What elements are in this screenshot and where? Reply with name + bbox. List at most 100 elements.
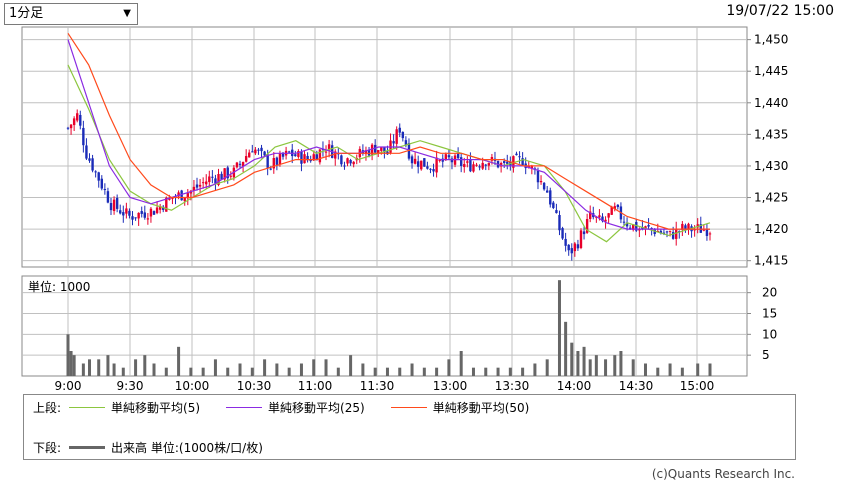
volume-bar	[361, 363, 365, 376]
candle-body	[103, 189, 107, 191]
candle-body	[146, 218, 150, 220]
candle-body	[702, 229, 706, 231]
volume-bar	[484, 367, 488, 376]
volume-bar	[398, 367, 402, 376]
candle-body	[115, 197, 119, 209]
volume-bar	[299, 363, 303, 376]
candle-body	[478, 166, 481, 168]
volume-bar	[435, 367, 439, 376]
legend-lower-row: 下段: 出来高 単位:(1000株/口/枚)	[33, 439, 281, 456]
volume-bar	[643, 363, 647, 376]
candle-body	[69, 124, 73, 129]
candle-body	[582, 231, 586, 235]
ma5-swatch	[69, 407, 106, 408]
candle-body	[137, 212, 140, 219]
candle-body	[463, 164, 466, 168]
price-y-label: 1,445	[754, 64, 788, 78]
volume-bar	[619, 351, 623, 376]
x-tick-label: 11:30	[360, 379, 395, 393]
candle-body	[469, 159, 472, 172]
candle-body	[549, 190, 552, 205]
candle-body	[668, 230, 672, 232]
x-tick-label: 14:00	[557, 379, 592, 393]
candle-body	[398, 127, 401, 133]
volume-bar	[594, 355, 598, 376]
candle-body	[490, 157, 494, 161]
candle-body	[346, 158, 349, 164]
candle-body	[82, 127, 85, 146]
price-y-label: 1,450	[754, 33, 788, 47]
price-y-label: 1,430	[754, 159, 788, 173]
candle-body	[349, 159, 352, 164]
ma25-swatch	[226, 407, 263, 408]
candle-body	[616, 204, 620, 208]
volume-bar	[656, 367, 660, 376]
candle-body	[229, 175, 233, 177]
candle-body	[278, 153, 282, 165]
candle-body	[128, 210, 131, 216]
candle-body	[205, 181, 208, 185]
candle-body	[122, 212, 125, 216]
candle-body	[472, 164, 475, 172]
volume-bar	[613, 355, 617, 376]
candle-body	[539, 180, 543, 183]
legend-volume-label: 出来高 単位:(1000株/口/枚)	[111, 441, 263, 455]
volume-panel	[21, 275, 748, 377]
candle-body	[515, 153, 518, 156]
volume-bar	[447, 359, 451, 376]
x-tick-label: 9:30	[117, 379, 144, 393]
candle-body	[238, 163, 242, 165]
candle-body	[416, 161, 420, 167]
candle-body	[570, 248, 573, 254]
candle-body	[109, 203, 113, 211]
candle-body	[208, 176, 211, 183]
volume-bar	[106, 355, 110, 376]
legend-volume: 出来高 単位:(1000株/口/枚)	[61, 439, 263, 456]
candle-body	[155, 207, 159, 214]
candle-body	[705, 229, 709, 236]
volume-bar	[570, 342, 574, 376]
candle-body	[300, 151, 303, 164]
candle-body	[79, 114, 82, 126]
volume-bar	[201, 367, 205, 376]
candle-body	[88, 158, 91, 161]
volume-y-label: 15	[762, 307, 777, 321]
volume-bar	[69, 351, 73, 376]
volume-bar	[557, 280, 561, 376]
x-tick-label: 10:30	[237, 379, 272, 393]
volume-bar	[312, 359, 316, 376]
candle-body	[466, 161, 469, 163]
volume-bar	[275, 363, 279, 376]
volume-bar	[213, 359, 217, 376]
candle-body	[622, 221, 626, 223]
candle-body	[112, 199, 116, 212]
candle-body	[392, 141, 395, 144]
volume-bar	[373, 367, 377, 376]
candle-body	[444, 154, 448, 160]
price-y-label: 1,415	[754, 254, 788, 268]
volume-bar	[112, 363, 116, 376]
volume-y-label: 10	[762, 327, 777, 341]
volume-bar	[422, 367, 426, 376]
candle-body	[401, 131, 405, 139]
candle-body	[552, 202, 555, 208]
candle-body	[536, 170, 540, 183]
volume-bar	[680, 367, 684, 376]
candle-body	[198, 184, 202, 187]
volume-bar	[134, 359, 138, 376]
volume-bar	[81, 363, 85, 376]
volume-bar	[708, 363, 712, 376]
candle-body	[201, 182, 205, 184]
volume-bar	[533, 363, 537, 376]
legend-ma5: 単純移動平均(5)	[61, 399, 200, 416]
volume-bar	[385, 367, 389, 376]
candle-body	[579, 230, 583, 248]
candle-body	[244, 156, 248, 162]
legend-ma25-label: 単純移動平均(25)	[268, 401, 365, 415]
candle-body	[85, 145, 88, 159]
legend-ma50: 単純移動平均(50)	[383, 399, 529, 416]
volume-bar	[496, 367, 500, 376]
candle-body	[94, 171, 97, 173]
candle-body	[432, 169, 435, 172]
price-y-label: 1,420	[754, 222, 788, 236]
